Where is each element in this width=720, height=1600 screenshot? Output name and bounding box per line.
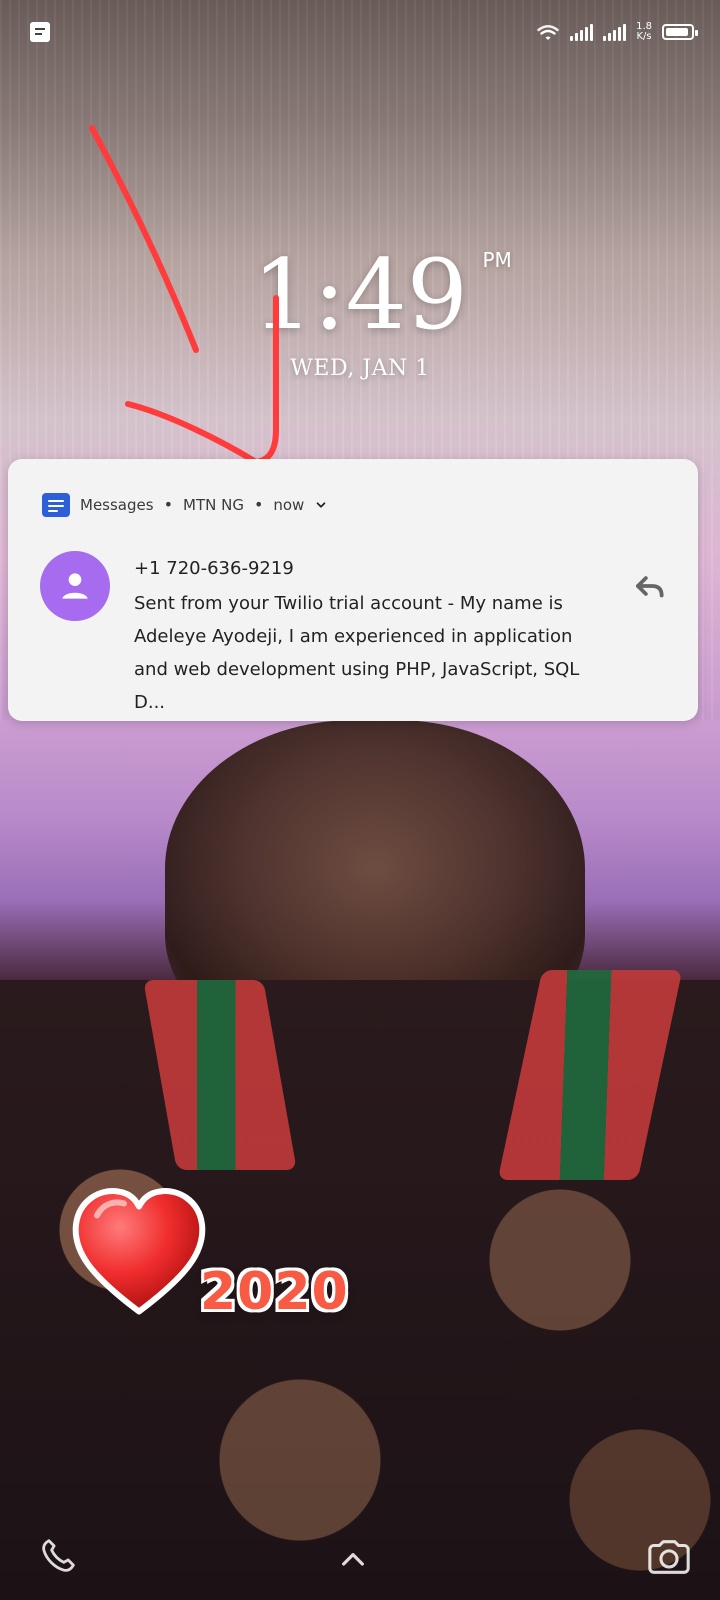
messages-app-icon	[42, 493, 70, 517]
notification-body: +1 720-636-9219 Sent from your Twilio tr…	[134, 555, 604, 719]
avatar	[40, 551, 110, 621]
battery-icon	[662, 24, 698, 40]
status-right: 1.8 K/s	[536, 18, 698, 46]
time: 1:49	[252, 239, 468, 351]
battery-fill	[666, 28, 688, 36]
separator-dot: •	[163, 495, 173, 514]
sticker-2020-text: 2020	[200, 1262, 349, 1322]
notification-app-name: Messages	[80, 496, 154, 514]
heart-sticker	[64, 1180, 214, 1320]
separator-dot: •	[253, 495, 264, 514]
reply-icon[interactable]	[630, 567, 668, 605]
person-icon	[62, 573, 88, 599]
ampm: PM	[482, 248, 512, 272]
notification-message: Sent from your Twilio trial account - My…	[134, 593, 580, 713]
notification-header: Messages • MTN NG • now	[42, 493, 328, 517]
phone-icon[interactable]	[38, 1534, 80, 1576]
messages-status-icon	[30, 22, 50, 42]
date: WED, JAN 1	[290, 356, 430, 381]
notification-time: now	[273, 496, 305, 514]
network-speed-unit: K/s	[636, 31, 652, 42]
message-notification[interactable]: Messages • MTN NG • now +1 720-636-9219 …	[8, 459, 698, 721]
camera-icon[interactable]	[646, 1534, 692, 1576]
network-speed: 1.8 K/s	[636, 22, 652, 42]
status-bar: 1.8 K/s	[0, 0, 720, 64]
lockscreen-clock: 1:49 PM WED, JAN 1	[0, 240, 720, 381]
notification-carrier: MTN NG	[183, 496, 244, 514]
time-wrap: 1:49 PM	[252, 239, 512, 351]
signal-icon-1	[570, 23, 594, 41]
unlock-up-icon[interactable]	[337, 1544, 369, 1576]
signal-icon-2	[603, 23, 627, 41]
chevron-down-icon[interactable]	[314, 498, 328, 512]
wifi-icon	[536, 22, 560, 42]
notification-sender: +1 720-636-9219	[134, 558, 294, 579]
